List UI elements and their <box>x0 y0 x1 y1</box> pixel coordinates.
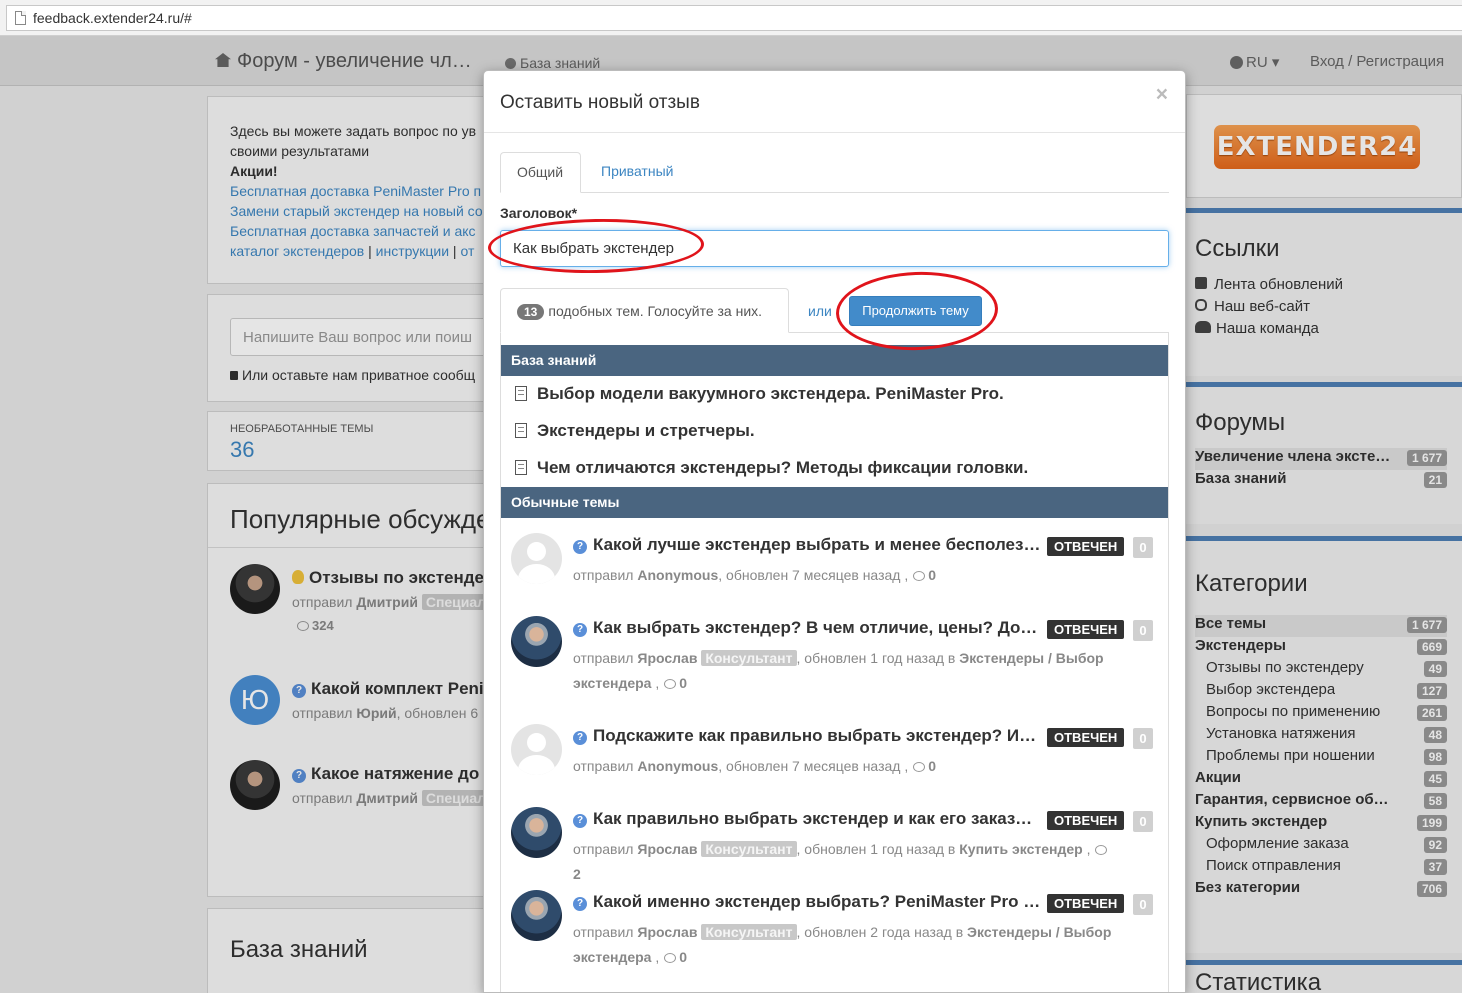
status-badge: ОТВЕЧЕН <box>1047 811 1125 830</box>
comment-count: 0 <box>928 567 937 583</box>
status-badge: ОТВЕЧЕН <box>1047 620 1125 639</box>
new-feedback-modal: Оставить новый отзыв × Общий Приватный З… <box>483 70 1186 993</box>
comment-count: 0 <box>679 949 688 965</box>
topic-row: ? Как правильно выбрать экстендер и как е… <box>501 807 1168 887</box>
author-name[interactable]: Ярослав <box>637 841 697 857</box>
updated-text: , обновлен 1 год назад в <box>796 841 960 857</box>
kb-article-link[interactable]: Экстендеры и стретчеры. <box>515 421 755 441</box>
question-icon: ? <box>573 731 587 745</box>
question-icon: ? <box>573 540 587 554</box>
author-name[interactable]: Anonymous <box>637 567 718 583</box>
avatar <box>511 616 562 667</box>
title-field-label: Заголовок* <box>500 205 578 221</box>
topic-row: ? Как выбрать экстендер? В чем отличие, ц… <box>501 616 1168 696</box>
similar-topics-tab[interactable]: 13 подобных тем. Голосуйте за них. <box>500 288 789 333</box>
meta-prefix: отправил <box>573 758 638 774</box>
status-badge: ОТВЕЧЕН <box>1047 894 1125 913</box>
updated-text: , обновлен 7 месяцев назад , <box>718 567 909 583</box>
or-link[interactable]: или <box>808 303 832 319</box>
meta-prefix: отправил <box>573 650 638 666</box>
similar-topics-list: База знаний Выбор модели вакуумного экст… <box>500 332 1169 992</box>
comment-icon <box>913 571 926 581</box>
avatar <box>511 890 562 941</box>
status-badge: ОТВЕЧЕН <box>1047 537 1125 556</box>
vote-count[interactable]: 0 <box>1133 728 1153 749</box>
comment-icon <box>664 679 677 689</box>
question-icon: ? <box>573 623 587 637</box>
tab-private[interactable]: Приватный <box>585 152 689 193</box>
question-icon: ? <box>573 814 587 828</box>
topic-row: ? Какой лучше экстендер выбрать и менее б… <box>501 533 1168 613</box>
question-icon: ? <box>573 897 587 911</box>
title-input[interactable] <box>500 230 1169 267</box>
kb-article-title: Экстендеры и стретчеры. <box>537 421 755 440</box>
role-badge: Консультант <box>701 650 797 666</box>
updated-text: , обновлен 2 года назад в <box>796 924 968 940</box>
close-icon[interactable]: × <box>1156 83 1168 107</box>
document-icon <box>515 460 527 475</box>
author-name[interactable]: Anonymous <box>637 758 718 774</box>
topic-title-link[interactable]: Какой лучше экстендер выбрать и менее бе… <box>593 535 1041 554</box>
page-icon <box>15 11 26 25</box>
topic-title-link[interactable]: Подскажите как правильно выбрать экстенд… <box>593 726 1041 745</box>
avatar <box>511 724 562 775</box>
kb-article-link[interactable]: Чем отличаются экстендеры? Методы фиксац… <box>515 458 1028 478</box>
vote-count[interactable]: 0 <box>1133 620 1153 641</box>
meta-prefix: отправил <box>573 567 638 583</box>
comment-count: 0 <box>679 675 688 691</box>
topic-title-link[interactable]: Как выбрать экстендер? В чем отличие, це… <box>593 618 1041 637</box>
avatar <box>511 807 562 858</box>
comment-icon <box>913 762 926 772</box>
similar-topics-text: подобных тем. Голосуйте за них. <box>548 303 763 319</box>
updated-text: , обновлен 1 год назад в <box>796 650 960 666</box>
updated-text: , обновлен 7 месяцев назад , <box>718 758 909 774</box>
document-icon <box>515 386 527 401</box>
document-icon <box>515 423 527 438</box>
comment-icon <box>664 953 677 963</box>
visibility-tabs: Общий Приватный <box>500 152 1169 193</box>
meta-prefix: отправил <box>573 924 638 940</box>
role-badge: Консультант <box>701 924 797 940</box>
kb-article-title: Выбор модели вакуумного экстендера. Peni… <box>537 384 1004 403</box>
browser-address-bar: feedback.extender24.ru/# <box>0 0 1462 36</box>
continue-topic-button[interactable]: Продолжить тему <box>849 296 982 326</box>
vote-count[interactable]: 0 <box>1133 537 1153 558</box>
divider <box>484 132 1185 133</box>
similar-count-badge: 13 <box>517 304 545 320</box>
kb-section-header: База знаний <box>501 345 1168 376</box>
kb-article-link[interactable]: Выбор модели вакуумного экстендера. Peni… <box>515 384 1004 404</box>
meta-prefix: отправил <box>573 841 638 857</box>
tab-general[interactable]: Общий <box>500 152 581 193</box>
kb-article-title: Чем отличаются экстендеры? Методы фиксац… <box>537 458 1029 477</box>
url-field[interactable]: feedback.extender24.ru/# <box>6 5 1462 31</box>
avatar <box>511 533 562 584</box>
status-badge: ОТВЕЧЕН <box>1047 728 1125 747</box>
vote-count[interactable]: 0 <box>1133 894 1153 915</box>
topic-row: ? Подскажите как правильно выбрать экстен… <box>501 724 1168 804</box>
author-name[interactable]: Ярослав <box>637 650 697 666</box>
author-name[interactable]: Ярослав <box>637 924 697 940</box>
topics-section-header: Обычные темы <box>501 487 1168 518</box>
topic-row: ? Какой именно экстендер выбрать? PeniMas… <box>501 890 1168 970</box>
vote-count[interactable]: 0 <box>1133 811 1153 832</box>
topic-title-link[interactable]: Как правильно выбрать экстендер и как ег… <box>593 809 1041 828</box>
comment-count: 0 <box>928 758 937 774</box>
role-badge: Консультант <box>701 841 797 857</box>
comment-icon <box>1095 845 1108 855</box>
category-link[interactable]: Купить экстендер <box>959 841 1082 857</box>
modal-title: Оставить новый отзыв <box>500 92 700 113</box>
url-text: feedback.extender24.ru/# <box>33 10 192 26</box>
topic-title-link[interactable]: Какой именно экстендер выбрать? PeniMast… <box>593 892 1041 911</box>
comment-count: 2 <box>573 866 581 882</box>
